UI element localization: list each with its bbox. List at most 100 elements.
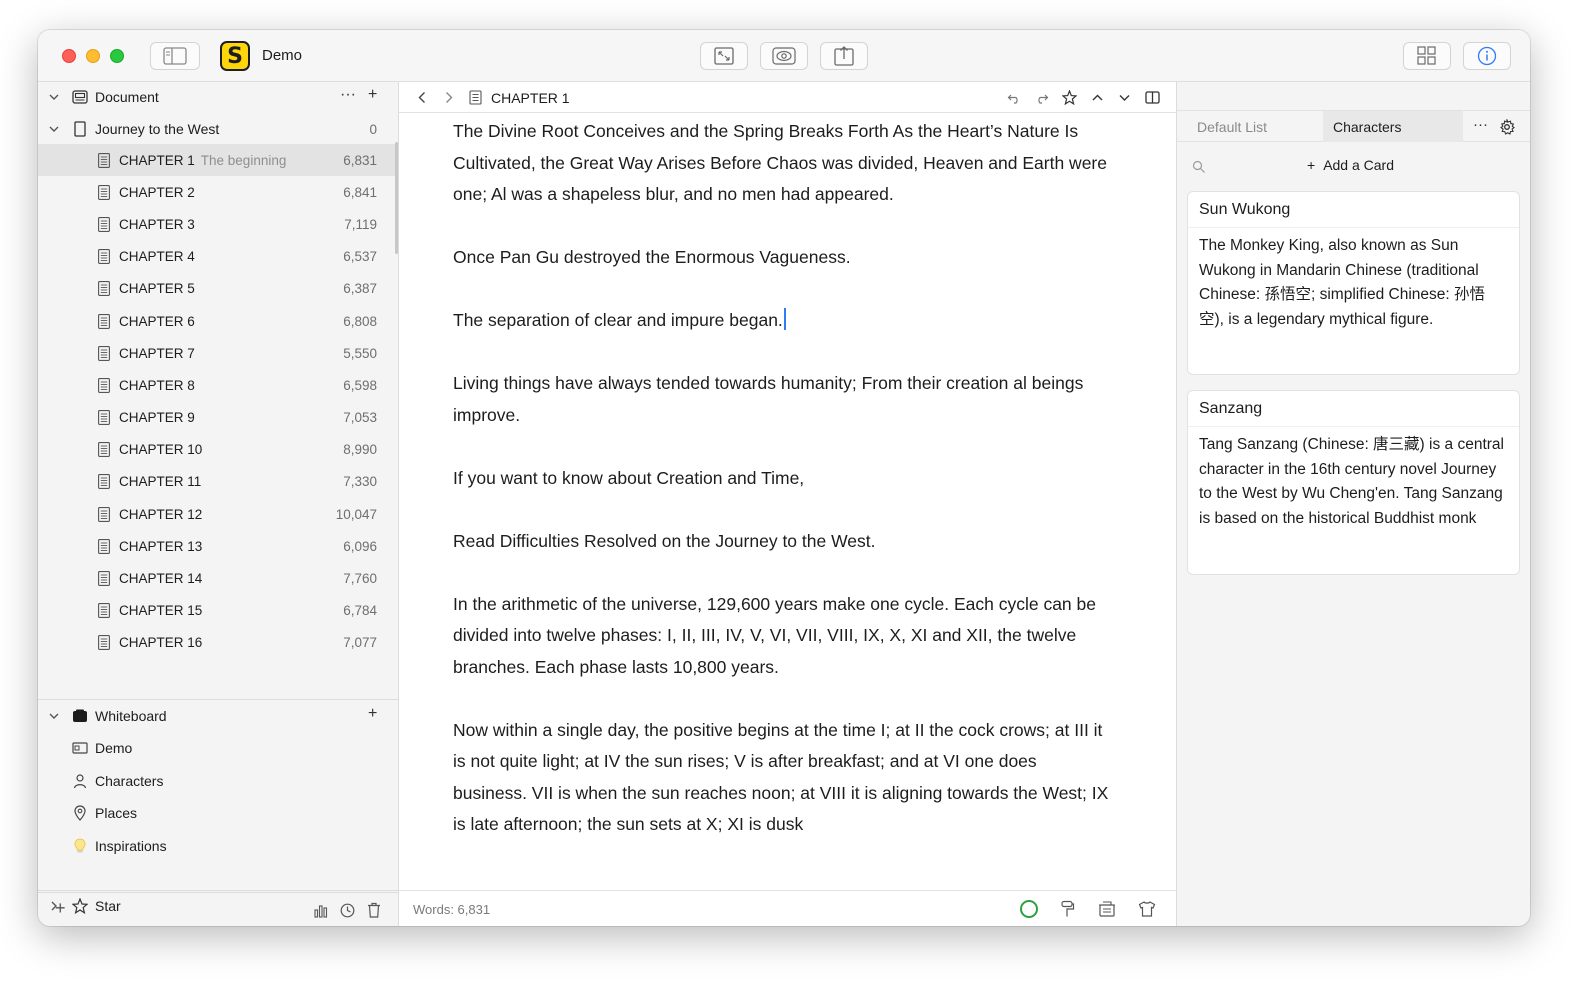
shirt-theme-icon[interactable] — [1138, 900, 1156, 918]
tab-characters[interactable]: Characters — [1323, 111, 1463, 142]
chapter-row[interactable]: CHAPTER 14 7,760 — [38, 562, 395, 594]
chapter-label: CHAPTER 14 — [119, 571, 202, 586]
star-outline-icon[interactable] — [1062, 90, 1077, 105]
document-icon — [98, 249, 110, 265]
whiteboard-item-characters[interactable]: Characters — [38, 767, 398, 795]
chapter-row[interactable]: CHAPTER 4 6,537 — [38, 241, 395, 273]
chapter-word-count: 7,053 — [343, 410, 377, 426]
paragraph: The Divine Root Conceives and the Spring… — [453, 121, 1107, 204]
clock-icon[interactable] — [340, 903, 355, 918]
chevron-down-icon[interactable] — [49, 711, 59, 721]
whiteboard-item-inspirations[interactable]: Inspirations — [38, 832, 398, 860]
card-body[interactable]: The Monkey King, also known as Sun Wukon… — [1188, 228, 1519, 344]
chapter-row[interactable]: CHAPTER 8 6,598 — [38, 369, 395, 401]
project-row[interactable]: Journey to the West 0 — [38, 115, 399, 143]
editor-status-bar: Words: 6,831 — [399, 890, 1176, 926]
chapter-title: CHAPTER 9 — [119, 410, 195, 426]
whiteboard-item-places[interactable]: Places — [38, 799, 398, 827]
more-options-button[interactable]: ··· — [340, 86, 356, 104]
sidebar-scrollbar[interactable] — [395, 142, 398, 254]
tab-default-list[interactable]: Default List — [1177, 111, 1323, 142]
gear-icon[interactable] — [1499, 119, 1515, 135]
chevron-up-icon[interactable] — [1090, 90, 1105, 105]
document-icon — [98, 538, 110, 554]
format-painter-icon[interactable] — [1059, 900, 1075, 918]
chapter-row[interactable]: CHAPTER 13 6,096 — [38, 530, 395, 562]
document-icon — [98, 410, 110, 426]
chapter-row[interactable]: CHAPTER 9 7,053 — [38, 402, 395, 434]
chapter-row[interactable]: CHAPTER 3 7,119 — [38, 208, 395, 240]
chapter-word-count: 7,119 — [344, 216, 377, 232]
whiteboard-section-header[interactable]: Whiteboard + — [38, 702, 399, 730]
forward-arrow-icon[interactable] — [441, 90, 456, 105]
search-icon[interactable] — [1192, 160, 1206, 174]
chapter-title: CHAPTER 15 — [119, 603, 203, 619]
chapter-label: CHAPTER 16 — [119, 635, 202, 650]
chapter-row[interactable]: CHAPTER 12 10,047 — [38, 498, 395, 530]
app-window: S Demo Document ··· + Journey to the Wes… — [38, 30, 1530, 926]
close-window-button[interactable] — [62, 49, 76, 63]
document-icon — [98, 571, 110, 586]
chevron-down-icon[interactable] — [49, 124, 59, 134]
chapter-label: CHAPTER 4 — [119, 249, 195, 264]
chapter-row[interactable]: CHAPTER 6 6,808 — [38, 305, 395, 337]
goal-progress-ring-icon[interactable] — [1019, 899, 1039, 919]
preview-button[interactable] — [760, 42, 808, 70]
whiteboard-item-label: Places — [95, 805, 138, 821]
chapter-row[interactable]: CHAPTER 10 8,990 — [38, 434, 395, 466]
chevron-down-icon[interactable] — [1117, 90, 1132, 105]
chapter-label: CHAPTER 10 — [119, 442, 202, 457]
focus-mode-button[interactable] — [700, 42, 748, 70]
back-arrow-icon[interactable] — [415, 90, 430, 105]
chapter-row[interactable]: CHAPTER 15 6,784 — [38, 595, 395, 627]
document-icon — [98, 152, 110, 168]
split-view-icon[interactable] — [1145, 90, 1160, 105]
minimize-window-button[interactable] — [86, 49, 100, 63]
archive-box-icon[interactable] — [1098, 900, 1116, 918]
add-item-button[interactable]: + — [55, 898, 66, 919]
paragraph: Now within a single day, the positive be… — [453, 719, 1109, 835]
chapter-title: CHAPTER 3 — [119, 216, 195, 232]
add-whiteboard-button[interactable]: + — [368, 705, 377, 723]
add-document-button[interactable]: + — [368, 86, 377, 104]
toggle-sidebar-button[interactable] — [150, 42, 200, 70]
paragraph: Read Difficulties Resolved on the Journe… — [453, 530, 876, 551]
chevron-down-icon[interactable] — [49, 92, 59, 102]
paragraph: If you want to know about Creation and T… — [453, 467, 805, 488]
editor-text-area[interactable]: The Divine Root Conceives and the Spring… — [453, 116, 1113, 888]
chapter-word-count: 6,537 — [343, 249, 377, 265]
chapter-row[interactable]: CHAPTER 2 6,841 — [38, 176, 395, 208]
card-body[interactable]: Tang Sanzang (Chinese: 唐三藏) is a central… — [1188, 427, 1519, 543]
document-icon — [98, 345, 110, 361]
statistics-icon[interactable] — [314, 903, 329, 918]
document-icon — [98, 635, 110, 651]
chapter-word-count: 7,760 — [343, 571, 377, 587]
panel-more-options-button[interactable]: ··· — [1473, 116, 1488, 133]
maximize-window-button[interactable] — [110, 49, 124, 63]
chapter-label: CHAPTER 15 — [119, 603, 202, 618]
chapter-row[interactable]: CHAPTER 5 6,387 — [38, 273, 395, 305]
info-button[interactable] — [1463, 42, 1511, 70]
chapter-row[interactable]: CHAPTER 7 5,550 — [38, 337, 395, 369]
character-card[interactable]: Sun Wukong The Monkey King, also known a… — [1187, 191, 1520, 375]
card-title[interactable]: Sanzang — [1188, 391, 1519, 427]
redo-icon[interactable] — [1034, 90, 1049, 105]
character-card[interactable]: Sanzang Tang Sanzang (Chinese: 唐三藏) is a… — [1187, 390, 1520, 575]
whiteboard-item-demo[interactable]: Demo — [38, 734, 398, 762]
document-section-header[interactable]: Document ··· + — [38, 83, 399, 111]
plus-icon: + — [1307, 157, 1316, 173]
chapter-label: CHAPTER 6 — [119, 314, 195, 329]
trash-icon[interactable] — [367, 902, 381, 918]
eye-icon — [772, 47, 796, 65]
chapter-row[interactable]: CHAPTER 1 The beginning 6,831 — [38, 144, 395, 177]
layout-grid-button[interactable] — [1403, 42, 1451, 70]
chapter-row[interactable]: CHAPTER 11 7,330 — [38, 466, 395, 498]
card-title[interactable]: Sun Wukong — [1188, 192, 1519, 228]
chapter-row[interactable]: CHAPTER 16 7,077 — [38, 627, 395, 659]
undo-icon[interactable] — [1007, 90, 1022, 105]
share-button[interactable] — [820, 42, 868, 70]
whiteboard-item-label: Inspirations — [95, 838, 167, 854]
add-card-button[interactable]: + Add a Card — [1307, 157, 1394, 173]
chapter-label: CHAPTER 8 — [119, 378, 195, 393]
text-cursor — [783, 308, 786, 330]
